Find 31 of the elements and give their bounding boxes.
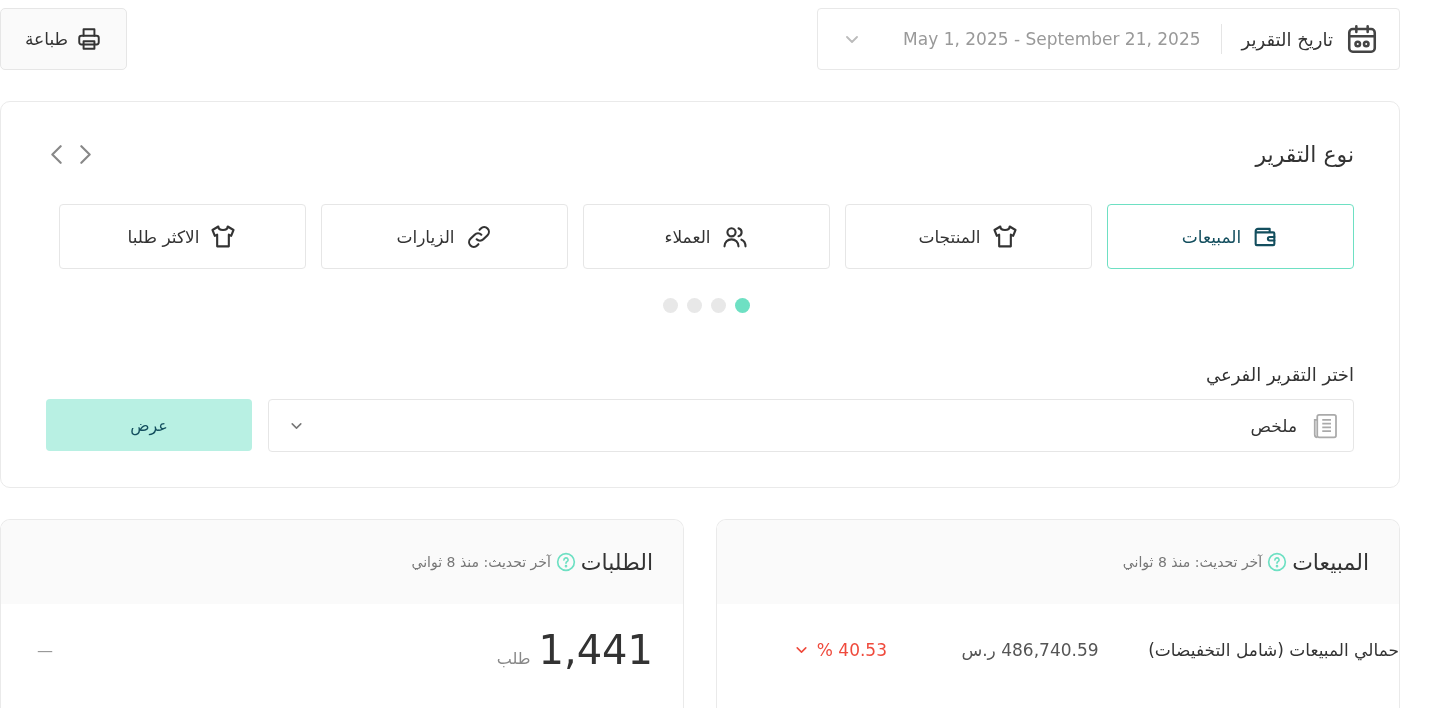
printer-icon — [76, 26, 103, 52]
chevron-down-icon — [846, 35, 858, 43]
calendar-icon — [1345, 22, 1379, 56]
chevron-right-icon — [80, 144, 91, 164]
section-title: نوع التقرير — [1255, 141, 1354, 167]
help-icon — [1267, 552, 1288, 572]
last-updated-text: آخر تحديث: منذ 8 ثواني — [411, 554, 551, 570]
card-title: الطلبات — [580, 549, 653, 575]
card-title: المبيعات — [1292, 549, 1369, 575]
chevron-down-icon — [291, 422, 302, 429]
date-label: تاريخ التقرير — [1241, 28, 1333, 50]
metric-value: 486,740.59 ر.س — [960, 640, 1100, 660]
help-icon — [555, 552, 576, 572]
percent-change: 40.53 % — [816, 640, 887, 660]
print-button[interactable]: طباعة — [0, 8, 127, 70]
field-label: اختر التقرير الفرعي — [1204, 364, 1354, 385]
show-button[interactable]: عرض — [46, 399, 252, 451]
pagination-dot[interactable] — [735, 298, 750, 313]
metric-value: 1,441 — [538, 627, 653, 673]
metric-unit: طلب — [496, 649, 531, 668]
report-type-tab[interactable]: الزيارات — [321, 204, 568, 269]
last-updated-text: آخر تحديث: منذ 8 ثواني — [1122, 554, 1263, 570]
change-value: — — [37, 640, 53, 660]
report-type-tab[interactable]: العملاء — [583, 204, 830, 269]
report-type-tab[interactable]: المبيعات — [1107, 204, 1354, 269]
metric-label: حمالي المبيعات (شامل التخفيضات) — [1147, 640, 1399, 660]
chevron-left-icon — [51, 144, 62, 164]
report-type-tab[interactable]: الاكثر طلبا — [59, 204, 306, 269]
sub-report-select[interactable]: ملخص — [268, 399, 1354, 452]
report-type-tab[interactable]: المنتجات — [845, 204, 1092, 269]
date-range-value: May 1, 2025 - September 21, 2025 — [902, 29, 1201, 49]
